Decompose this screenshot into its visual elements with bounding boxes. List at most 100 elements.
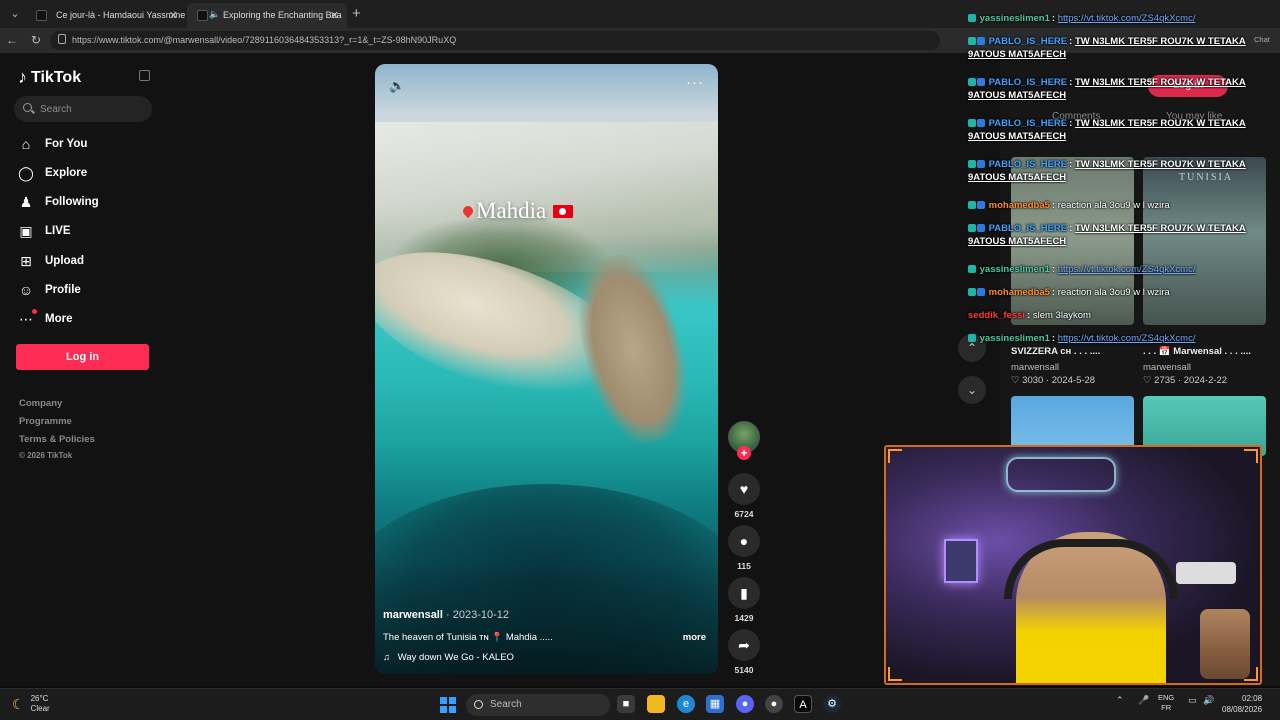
suggested-video-author[interactable]: marwensall <box>1011 362 1059 373</box>
suggested-video-title[interactable]: SVIZZERA ᴄʜ . . . .... <box>1011 346 1134 357</box>
like-action[interactable]: ♥ 6724 <box>728 473 760 519</box>
tiktok-logo[interactable]: ♪ TikTok <box>18 67 81 88</box>
suggested-video-stats: ♡ 2735 · 2024-2-22 <box>1143 375 1228 386</box>
edge-browser-icon[interactable]: e <box>677 695 695 713</box>
new-tab-button[interactable]: + <box>352 5 361 22</box>
author-name[interactable]: marwensall <box>383 609 443 621</box>
chat-message: yassineslimen1: https://vt.tiktok.com/ZS… <box>968 12 1268 25</box>
share-action[interactable]: ➦ 5140 <box>728 629 760 675</box>
taskbar-search[interactable]: Search <box>466 694 610 716</box>
search-input[interactable] <box>40 101 144 117</box>
search-box[interactable] <box>14 96 152 122</box>
more-options-icon[interactable]: ··· <box>686 74 704 91</box>
suggested-video-author[interactable]: marwensall <box>1143 362 1191 373</box>
chat-badge-icon <box>968 201 976 209</box>
suggested-video-stats: ♡ 3030 · 2024-5-28 <box>1011 375 1096 386</box>
search-icon <box>23 103 32 112</box>
upload-icon: ⊞ <box>20 253 32 269</box>
volume-icon[interactable]: 🔈 <box>389 78 405 94</box>
footer-terms-link[interactable]: Terms & Policies <box>19 434 95 445</box>
nav-upload[interactable]: ⊞ Upload <box>18 249 158 273</box>
back-arrow-icon[interactable]: ← <box>4 32 20 48</box>
chat-text: reaction ala 3ou9 w l wzira <box>1057 200 1170 211</box>
reload-icon[interactable]: ↻ <box>28 32 44 48</box>
windows-taskbar: ☾ 26°C Clear Search ■ e ▦ ● ● A ⚙ ⌃ 🎤 EN… <box>0 688 1280 720</box>
next-video-chevron-down-icon[interactable]: ⌄ <box>958 376 986 404</box>
microphone-icon[interactable]: 🎤 <box>1138 695 1149 706</box>
following-icon: ♟ <box>19 194 33 210</box>
bookmark-icon[interactable]: ▮ <box>728 577 760 609</box>
chat-username: seddik_fessi <box>968 310 1026 321</box>
chat-link[interactable]: https://vt.tiktok.com/ZS4qkXcmc/ <box>1058 264 1196 275</box>
browser-tab-2[interactable]: 🔈 Exploring the Enchanting Bea ✕ <box>187 3 347 28</box>
nav-explore[interactable]: ◯ Explore <box>18 161 158 185</box>
discord-icon[interactable]: ● <box>736 695 754 713</box>
save-action[interactable]: ▮ 1429 <box>728 577 760 623</box>
footer-company-link[interactable]: Company <box>19 398 62 409</box>
chat-message: PABLO_IS_HERE: TW N3LMK TER5F ROU7K W TE… <box>968 223 1246 247</box>
windows-start-icon[interactable] <box>440 697 456 713</box>
collapse-sidebar-icon[interactable] <box>139 70 150 81</box>
store-icon[interactable]: ▦ <box>706 695 724 713</box>
footer-programme-link[interactable]: Programme <box>19 416 72 427</box>
steam-icon[interactable]: ⚙ <box>823 695 841 713</box>
chat-text: slem 3laykom <box>1032 310 1091 321</box>
video-music[interactable]: ♫ Way down We Go - KALEO <box>383 652 514 663</box>
language-indicator[interactable]: ENG FR <box>1158 693 1174 713</box>
suggested-date: 2024-5-28 <box>1051 375 1096 386</box>
chat-link[interactable]: https://vt.tiktok.com/ZS4qkXcmc/ <box>1058 333 1196 344</box>
volume-tray-icon[interactable]: 🔊 <box>1203 695 1214 706</box>
more-dots-icon: ⋯ <box>18 309 37 327</box>
share-arrow-icon[interactable]: ➦ <box>728 629 760 661</box>
guest-inset <box>1200 609 1250 679</box>
headset <box>1004 539 1178 599</box>
heart-icon[interactable]: ♥ <box>728 473 760 505</box>
chat-badge-icon <box>977 119 985 127</box>
nav-label: LIVE <box>45 225 71 237</box>
tab-list-button[interactable]: ⌄ <box>6 5 24 23</box>
place-text: Mahdia <box>476 198 547 223</box>
network-icon[interactable]: ▭ <box>1188 695 1197 706</box>
file-explorer-icon[interactable] <box>647 695 665 713</box>
video-feed: 🔈 ··· Mahdia marwensall · 2023-10-12 The… <box>170 53 1000 686</box>
frame-corner <box>1244 449 1258 463</box>
chat-badge-icon <box>977 37 985 45</box>
lang-primary: ENG <box>1158 693 1175 702</box>
chat-username: PABLO_IS_HERE <box>988 159 1068 170</box>
site-info-icon[interactable] <box>58 34 66 44</box>
chat-message: PABLO_IS_HERE: TW N3LMK TER5F ROU7K W TE… <box>968 36 1246 60</box>
frame-corner <box>1244 667 1258 681</box>
suggested-video-title[interactable]: . . . 📅 Marwensal . . . .... <box>1143 346 1266 357</box>
close-tab-icon[interactable]: ✕ <box>330 9 339 22</box>
nav-more[interactable]: ⋯ More <box>18 307 158 331</box>
system-clock[interactable]: 02:08 08/08/2026 <box>1222 693 1262 715</box>
frame-corner <box>888 667 902 681</box>
tray-overflow-chevron-icon[interactable]: ⌃ <box>1116 695 1124 706</box>
comment-count: 115 <box>737 561 751 571</box>
follow-plus-icon[interactable]: + <box>737 446 751 460</box>
login-button[interactable]: Log in <box>16 344 149 370</box>
logo-text: TikTok <box>31 68 82 86</box>
url-field[interactable]: https://www.tiktok.com/@marwensall/video… <box>50 31 940 50</box>
nav-live[interactable]: ▣ LIVE <box>18 219 158 243</box>
video-player[interactable]: 🔈 ··· Mahdia marwensall · 2023-10-12 The… <box>375 64 718 674</box>
weather-widget[interactable]: ☾ 26°C Clear <box>12 694 50 714</box>
video-author[interactable]: marwensall · 2023-10-12 <box>383 609 509 621</box>
caption-more-button[interactable]: more <box>683 632 706 643</box>
nav-label: Upload <box>45 255 84 267</box>
chat-link[interactable]: https://vt.tiktok.com/ZS4qkXcmc/ <box>1058 13 1196 24</box>
comment-icon[interactable]: ● <box>728 525 760 557</box>
nav-profile[interactable]: ☺ Profile <box>18 278 158 302</box>
obs-icon[interactable]: ● <box>765 695 783 713</box>
speaker-icon[interactable]: 🔈 <box>209 9 220 20</box>
comment-action[interactable]: ● 115 <box>728 525 760 571</box>
browser-tab-1[interactable]: Ce jour-là - Hamdaoui Yassmine (♫ ✕ <box>26 3 186 28</box>
nav-for-you[interactable]: ⌂ For You <box>18 132 158 156</box>
close-tab-icon[interactable]: ✕ <box>169 9 178 22</box>
app-icon[interactable]: A <box>794 695 812 713</box>
chat-badge-icon <box>968 334 976 342</box>
nav-following[interactable]: ♟ Following <box>18 190 158 214</box>
task-view-icon[interactable]: ■ <box>617 695 635 713</box>
suggested-date: 2024-2-22 <box>1183 375 1228 386</box>
music-title: Way down We Go - KALEO <box>397 652 514 663</box>
